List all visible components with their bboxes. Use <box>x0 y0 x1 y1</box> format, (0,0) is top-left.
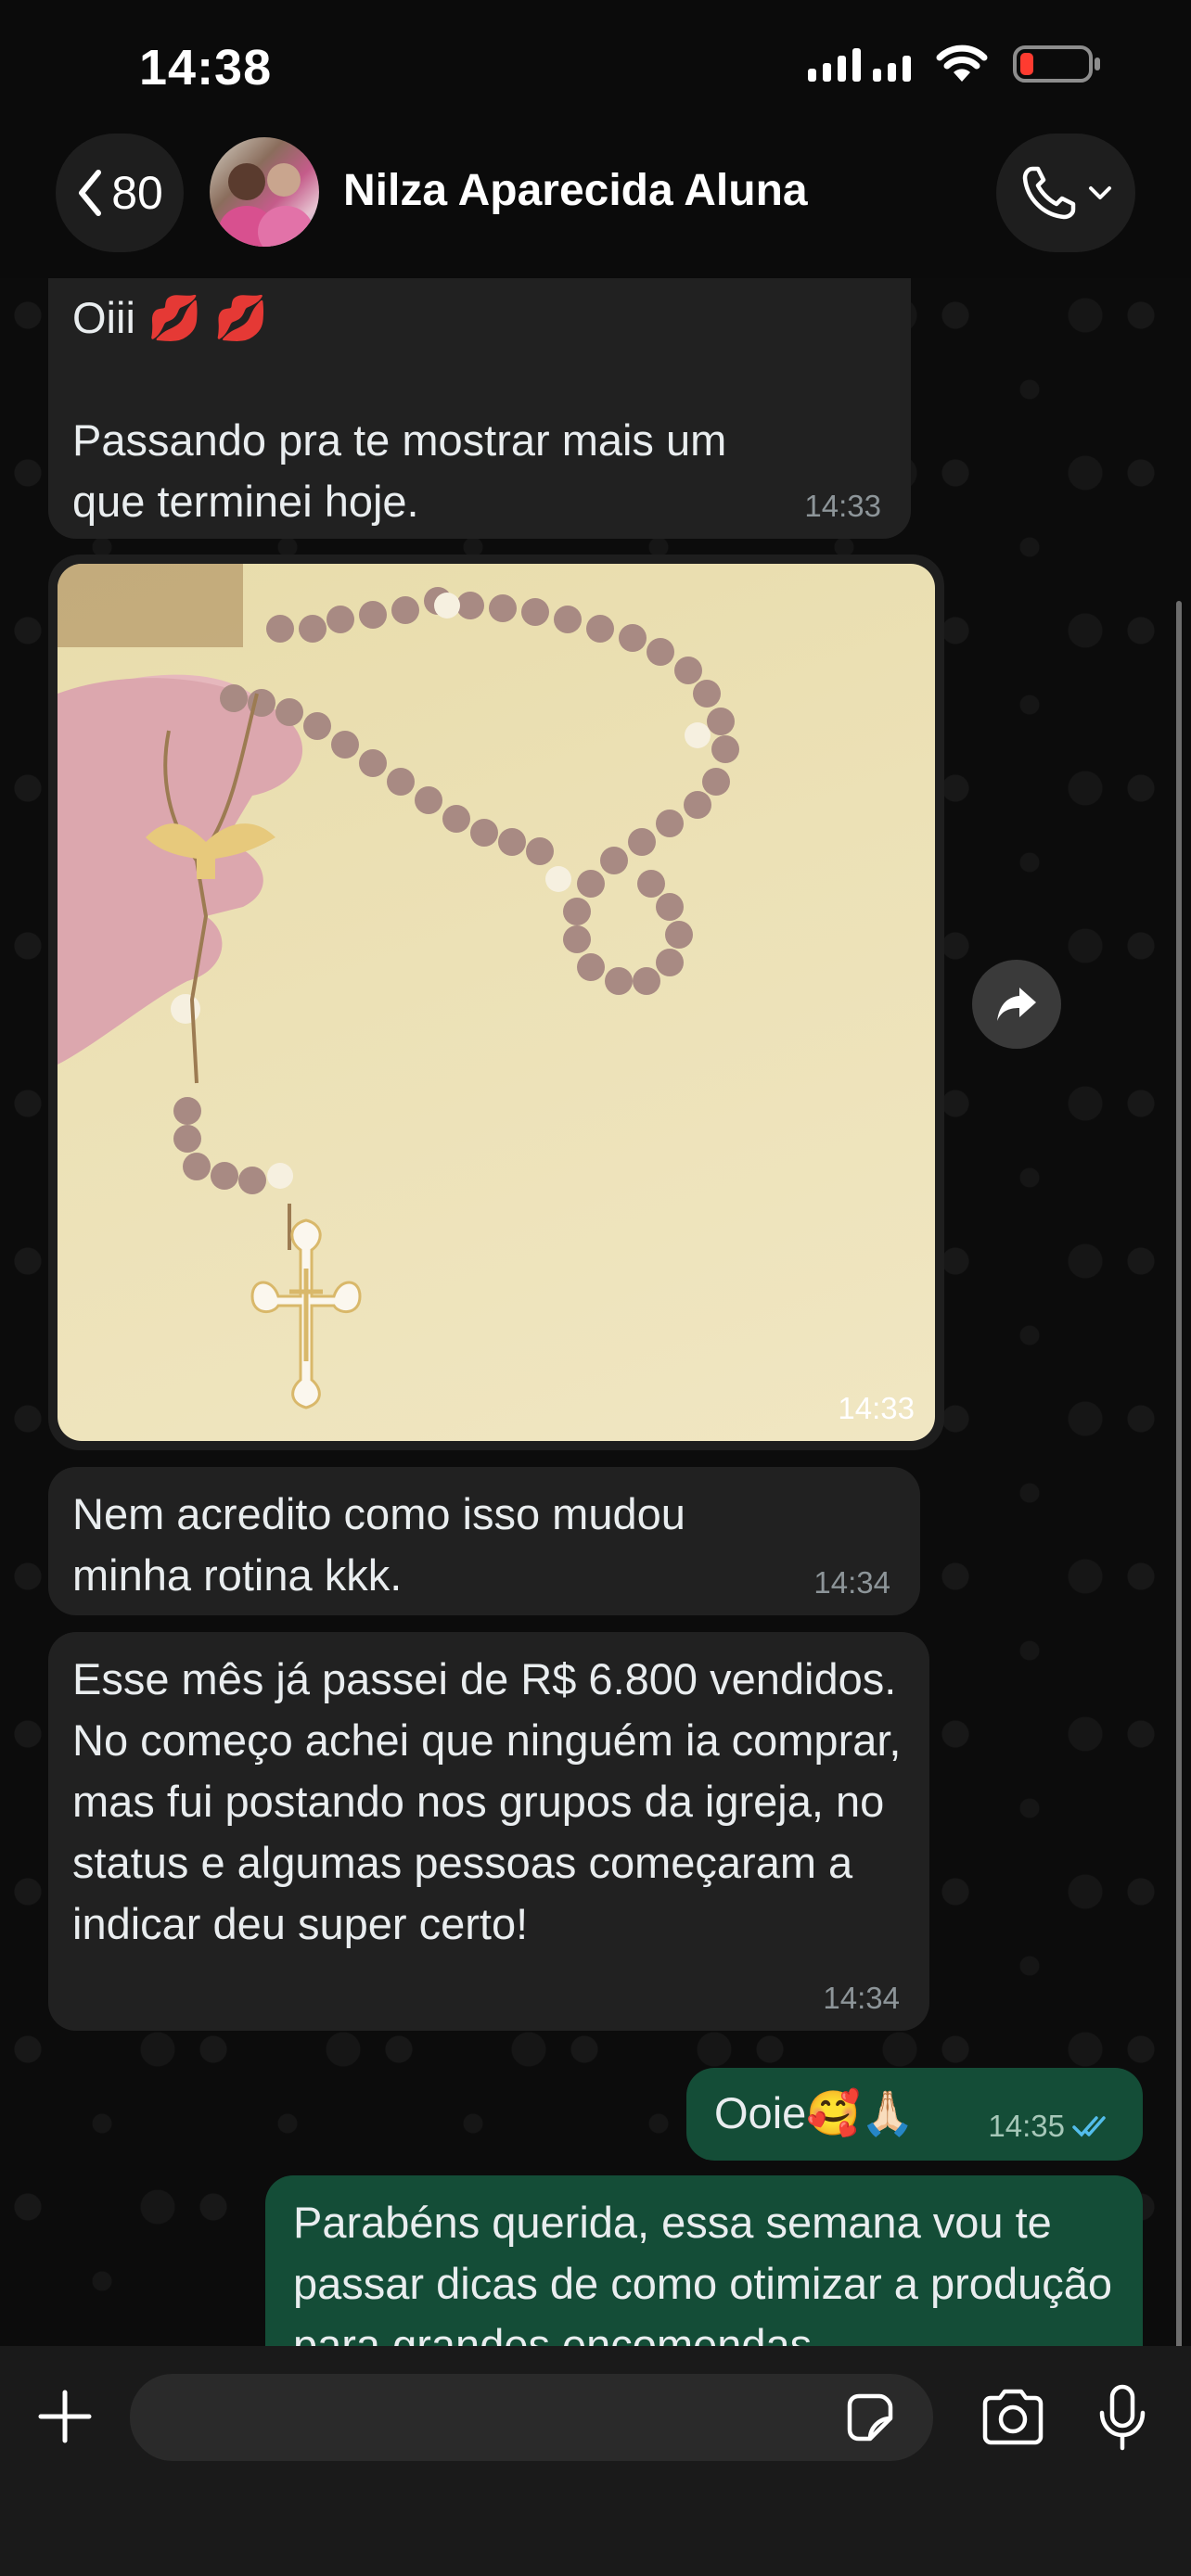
message-text: Esse mês já passei de R$ 6.800 vendidos.… <box>72 1654 914 1948</box>
unread-count: 80 <box>111 167 163 219</box>
incoming-image-message[interactable]: 14:33 <box>48 555 944 1450</box>
contact-name[interactable]: Nilza Aparecida Aluna <box>343 165 808 216</box>
camera-icon <box>982 2389 1044 2445</box>
scrollbar[interactable] <box>1176 601 1182 2346</box>
message-time-text: 14:35 <box>988 2109 1065 2143</box>
wifi-icon <box>935 45 989 83</box>
incoming-message[interactable]: Esse mês já passei de R$ 6.800 vendidos.… <box>48 1632 929 2031</box>
double-check-icon <box>1072 2116 1106 2137</box>
incoming-message[interactable]: Oiii 💋 💋 Passando pra te mostrar mais um… <box>48 278 911 539</box>
message-input[interactable] <box>130 2374 933 2461</box>
call-button[interactable] <box>996 134 1135 252</box>
message-time: 14:34 <box>813 1565 890 1600</box>
attach-button[interactable] <box>32 2383 98 2450</box>
chevron-left-icon <box>79 170 102 216</box>
rosary-photo[interactable]: 14:33 <box>58 564 935 1441</box>
cellular-signal-icon <box>808 46 911 82</box>
message-time: 14:34 <box>823 1981 900 2015</box>
status-time: 14:38 <box>139 40 273 96</box>
chat-area[interactable]: Oiii 💋 💋 Passando pra te mostrar mais um… <box>0 278 1191 2346</box>
chevron-down-icon <box>1089 186 1111 199</box>
message-composer <box>0 2346 1191 2576</box>
plus-icon <box>38 2390 92 2443</box>
rosary-image <box>58 564 739 1409</box>
message-text: Parabéns querida, essa semana vou te pas… <box>293 2198 1125 2346</box>
microphone-icon <box>1099 2384 1146 2451</box>
status-icons <box>808 45 1102 83</box>
back-button[interactable]: 80 <box>56 134 184 252</box>
message-time: 14:33 <box>804 489 881 523</box>
forward-icon <box>997 988 1036 1021</box>
sticker-icon <box>847 2393 893 2442</box>
message-text: Nem acredito como isso mudou minha rotin… <box>72 1489 698 1600</box>
message-text: Oiii 💋 💋 Passando pra te mostrar mais um… <box>72 293 727 526</box>
battery-low-icon <box>1013 45 1102 83</box>
phone-icon <box>1022 166 1076 220</box>
forward-button[interactable] <box>972 960 1061 1049</box>
image-time: 14:33 <box>838 1391 915 1425</box>
chat-header: 80 Nilza Aparecida Aluna <box>0 130 1191 278</box>
outgoing-message[interactable]: Parabéns querida, essa semana vou te pas… <box>265 2175 1143 2346</box>
microphone-button[interactable] <box>1095 2383 1150 2452</box>
camera-button[interactable] <box>980 2387 1046 2446</box>
contact-avatar[interactable] <box>210 137 319 247</box>
status-bar: 14:38 <box>0 0 1191 130</box>
incoming-message[interactable]: Nem acredito como isso mudou minha rotin… <box>48 1467 920 1615</box>
sticker-button[interactable] <box>842 2391 896 2444</box>
outgoing-message[interactable]: Ooie🥰🙏🏻 14:35 <box>686 2068 1143 2161</box>
message-time: 14:35 <box>988 2109 1117 2144</box>
